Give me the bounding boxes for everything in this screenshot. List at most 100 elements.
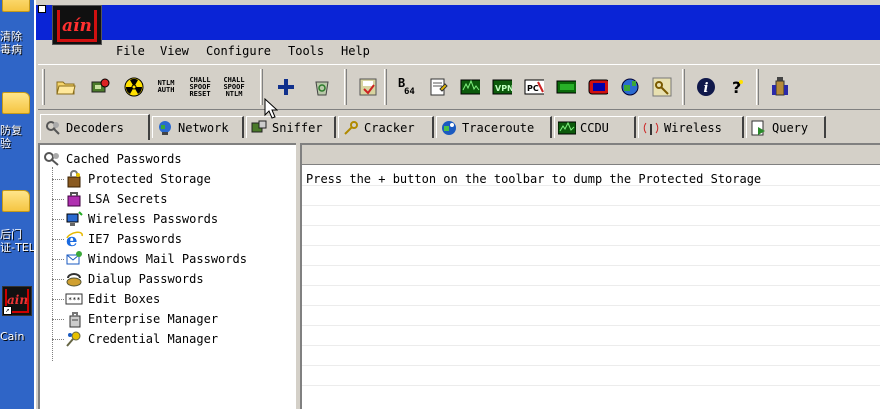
recycle-bin-icon xyxy=(312,77,332,97)
tab-label: Traceroute xyxy=(462,120,535,135)
tree-label: Wireless Passwords xyxy=(88,212,219,226)
folder-icon xyxy=(2,190,30,212)
tree-item-windows-mail-passwords[interactable]: Windows Mail Passwords xyxy=(64,249,247,269)
dialup-phone-icon xyxy=(64,270,84,288)
menu-help[interactable]: Help xyxy=(341,44,370,58)
monitor-green-icon xyxy=(460,77,480,97)
folder-icon xyxy=(2,0,30,12)
chall-spoof-reset-button[interactable]: CHALL SPOOF RESET xyxy=(188,75,212,99)
about-button[interactable]: i xyxy=(694,75,718,99)
tree-item-enterprise-manager[interactable]: Enterprise Manager xyxy=(64,309,218,329)
folder-open-icon xyxy=(56,77,76,97)
edit-box-icon: *** xyxy=(64,290,84,308)
tab-label: Query xyxy=(772,120,809,135)
menu-tools[interactable]: Tools xyxy=(288,44,324,58)
ntlm-auth-button[interactable]: NTLM AUTH xyxy=(154,75,178,99)
tree-item-dialup-passwords[interactable]: Dialup Passwords xyxy=(64,269,204,289)
decoder-tree: Cached Passwords Protected Storage LSA S… xyxy=(38,143,296,409)
tab-ccdu[interactable]: CCDU xyxy=(554,116,636,138)
svg-text:PC: PC xyxy=(527,84,539,93)
tab-decoders[interactable]: Decoders xyxy=(40,114,150,140)
tree-item-protected-storage[interactable]: Protected Storage xyxy=(64,169,211,189)
tab-query[interactable]: Query xyxy=(746,116,826,138)
results-column-header[interactable] xyxy=(302,145,880,165)
menu-view[interactable]: View xyxy=(160,44,189,58)
tab-sniffer[interactable]: Sniffer xyxy=(246,116,336,138)
results-message: Press the + button on the toolbar to dum… xyxy=(306,172,762,186)
network-button[interactable] xyxy=(618,75,642,99)
folder-icon xyxy=(2,92,30,114)
system-menu-icon[interactable] xyxy=(38,5,46,13)
plus-icon xyxy=(276,77,296,97)
tab-cracker[interactable]: Cracker xyxy=(338,116,434,138)
desktop-icon-label: 清除 毒病 xyxy=(0,30,22,56)
help-button[interactable]: ? xyxy=(726,75,750,99)
cain-icon: ain ↗ xyxy=(2,286,32,316)
tree-label: Windows Mail Passwords xyxy=(88,252,247,266)
network-icon xyxy=(156,119,174,137)
pc-button[interactable]: PC xyxy=(522,75,546,99)
toolbar-separator xyxy=(260,69,263,105)
vpn-button[interactable]: VPN xyxy=(490,75,514,99)
hash-calculator-button[interactable] xyxy=(426,75,450,99)
tab-label: Network xyxy=(178,120,229,135)
web-button[interactable] xyxy=(768,75,792,99)
tree-guide-line xyxy=(52,167,53,361)
tab-label: Sniffer xyxy=(272,120,323,135)
tab-wireless[interactable]: Wireless xyxy=(638,116,744,138)
box-button[interactable] xyxy=(586,75,610,99)
tree-item-edit-boxes[interactable]: *** Edit Boxes xyxy=(64,289,160,309)
tab-network[interactable]: Network xyxy=(152,116,244,138)
tree-label: IE7 Passwords xyxy=(88,232,182,246)
desktop-icon-label: 防复 验 xyxy=(0,124,22,150)
toolbar-grip[interactable] xyxy=(42,69,45,105)
tree-label: Protected Storage xyxy=(88,172,211,186)
tree-label: Credential Manager xyxy=(88,332,219,346)
terminal-icon xyxy=(556,77,576,97)
question-icon: ? xyxy=(728,77,748,97)
cain-logo-icon: aín xyxy=(52,5,102,45)
chall-spoof-ntlm-button[interactable]: CHALL SPOOF NTLM xyxy=(222,75,246,99)
apr-button[interactable] xyxy=(122,75,146,99)
remove-button[interactable] xyxy=(310,75,334,99)
svg-text:i: i xyxy=(704,81,709,96)
terminal-button[interactable] xyxy=(554,75,578,99)
export-button[interactable] xyxy=(356,75,380,99)
oxid-logo-icon xyxy=(770,77,790,97)
open-button[interactable] xyxy=(54,75,78,99)
tree-item-lsa-secrets[interactable]: LSA Secrets xyxy=(64,189,167,209)
add-button[interactable] xyxy=(274,75,298,99)
tree-item-credential-manager[interactable]: Credential Manager xyxy=(64,329,218,349)
vpn-icon: VPN xyxy=(492,77,512,97)
ccdu-icon xyxy=(558,119,576,137)
tree-label: Dialup Passwords xyxy=(88,272,204,286)
toolbar-separator xyxy=(682,69,685,105)
menu-file[interactable]: File xyxy=(116,44,145,58)
tab-traceroute[interactable]: Traceroute xyxy=(436,116,552,138)
tree-item-wireless-passwords[interactable]: Wireless Passwords xyxy=(64,209,218,229)
tree-item-ie7-passwords[interactable]: e IE7 Passwords xyxy=(64,229,182,249)
monitor-1-button[interactable] xyxy=(458,75,482,99)
tree-label: Cached Passwords xyxy=(66,152,182,166)
cracker-icon xyxy=(342,119,360,137)
cisco-button[interactable] xyxy=(650,75,674,99)
desktop-icon-label: 后门 证-TEL xyxy=(0,228,34,254)
notepad-icon xyxy=(428,77,448,97)
svg-text:***: *** xyxy=(68,296,81,304)
tree-label: Enterprise Manager xyxy=(88,312,219,326)
sniffer-start-button[interactable] xyxy=(88,75,112,99)
tab-label: CCDU xyxy=(580,120,609,135)
shortcut-arrow-icon: ↗ xyxy=(3,306,12,315)
chall-spoof-ntlm-icon: CHALL SPOOF NTLM xyxy=(223,75,245,98)
tree-root-cached-passwords[interactable]: Cached Passwords xyxy=(42,149,182,169)
globe-icon xyxy=(620,77,640,97)
pc-icon: PC xyxy=(524,77,544,97)
menu-configure[interactable]: Configure xyxy=(206,44,271,58)
title-bar[interactable] xyxy=(36,0,880,40)
toolbar-separator xyxy=(384,69,387,105)
key-icon xyxy=(652,77,672,97)
chall-spoof-reset-icon: CHALL SPOOF RESET xyxy=(189,75,211,98)
base64-button[interactable]: B 64 xyxy=(394,75,418,99)
desktop-icon-label: Cain xyxy=(0,330,25,343)
menu-bar: File View Configure Tools Help xyxy=(36,40,880,62)
